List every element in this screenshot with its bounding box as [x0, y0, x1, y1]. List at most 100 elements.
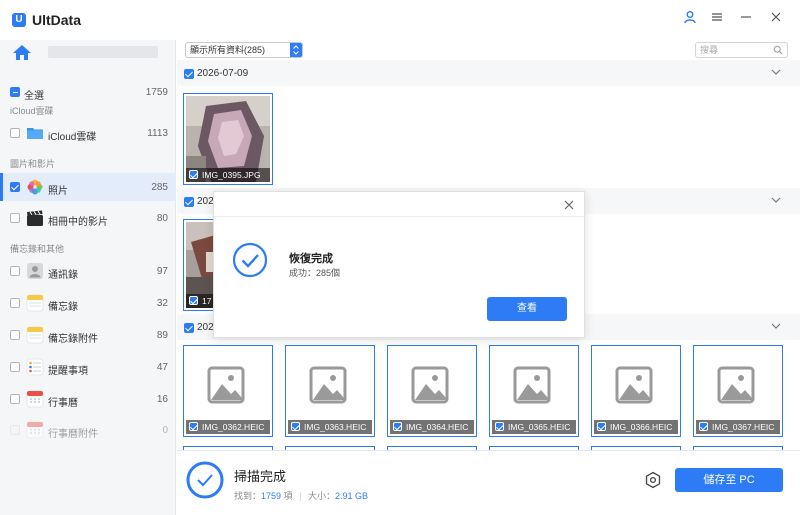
- photo-caption: IMG_0366.HEIC: [594, 420, 678, 434]
- photo-filename: IMG_0362.HEIC: [202, 422, 265, 432]
- icloud-drive-checkbox[interactable]: [10, 128, 20, 138]
- photo-filename: IMG_0366.HEIC: [610, 422, 673, 432]
- sidebar-item-label: 備忘錄: [48, 302, 78, 313]
- photo-checkbox[interactable]: [393, 422, 402, 431]
- chevron-down-icon[interactable]: [770, 194, 782, 206]
- sidebar-item-notes-attachments[interactable]: 備忘錄附件 89: [0, 321, 176, 349]
- photo-filename: IMG_0395.JPG: [202, 170, 261, 180]
- view-button[interactable]: 查看: [487, 297, 567, 321]
- sidebar-item-icloud-drive[interactable]: iCloud雲碟 1113: [0, 119, 176, 147]
- photo-filename: IMG_0363.HEIC: [304, 422, 367, 432]
- search-placeholder: 搜尋: [700, 45, 719, 55]
- photos-checkbox[interactable]: [10, 182, 20, 192]
- photo-checkbox[interactable]: [597, 422, 606, 431]
- photo-thumbnail[interactable]: IMG_0364.HEIC: [387, 345, 477, 437]
- user-icon[interactable]: [681, 10, 699, 28]
- calendar-icon: [26, 390, 44, 408]
- found-label: 找到：: [234, 491, 262, 501]
- dialog-divider: [214, 216, 584, 217]
- sidebar-item-contacts[interactable]: 通訊錄 97: [0, 257, 176, 285]
- sidebar-item-label: 行事曆附件: [48, 429, 98, 440]
- photo-checkbox[interactable]: [189, 170, 198, 179]
- notes-attachments-checkbox[interactable]: [10, 330, 20, 340]
- content-toolbar: 顯示所有資料(285) 搜尋: [177, 40, 800, 60]
- calendar-attachments-checkbox: [10, 425, 20, 435]
- photo-caption: IMG_0367.HEIC: [696, 420, 780, 434]
- photo-thumbnail[interactable]: IMG_0363.HEIC: [285, 345, 375, 437]
- scan-complete-icon: [185, 460, 225, 500]
- album-videos-checkbox[interactable]: [10, 213, 20, 223]
- calendar-attachment-icon: [26, 421, 44, 439]
- photo-checkbox[interactable]: [291, 422, 300, 431]
- stats-divider: |: [299, 491, 302, 501]
- reminders-checkbox[interactable]: [10, 362, 20, 372]
- sidebar-item-label: 照片: [48, 186, 68, 197]
- title-bar: U UltData: [0, 0, 800, 40]
- scan-stats: 找到：1759 項 | 大小：2.91 GB: [234, 489, 368, 502]
- app-logo-icon: U: [12, 13, 26, 27]
- select-all-count: 1759: [145, 87, 168, 98]
- recovery-complete-dialog: 恢復完成 成功：285個 查看: [213, 191, 585, 338]
- sidebar-item-label: 行事曆: [48, 398, 78, 409]
- sidebar-select-all[interactable]: 全選 1759: [0, 78, 176, 106]
- image-placeholder-icon: [513, 366, 551, 404]
- photo-checkbox[interactable]: [189, 296, 198, 305]
- photo-thumbnail[interactable]: IMG_0362.HEIC: [183, 345, 273, 437]
- filter-dropdown[interactable]: 顯示所有資料(285): [185, 42, 303, 58]
- close-icon[interactable]: [767, 10, 785, 28]
- sidebar-item-count: 97: [156, 266, 168, 277]
- sidebar-item-count: 80: [156, 213, 168, 224]
- photo-thumbnail[interactable]: IMG_0367.HEIC: [693, 345, 783, 437]
- contacts-checkbox[interactable]: [10, 266, 20, 276]
- date-group-checkbox[interactable]: [184, 69, 194, 79]
- gear-icon[interactable]: [644, 471, 662, 489]
- video-icon: [26, 209, 44, 227]
- sidebar-item-label: 備忘錄附件: [48, 334, 98, 345]
- sidebar-item-reminders[interactable]: 提醒事項 47: [0, 353, 176, 381]
- date-group-header: 2026-07-09: [177, 60, 800, 86]
- sidebar-item-label: iCloud雲碟: [48, 132, 97, 143]
- photo-caption: IMG_0363.HEIC: [288, 420, 372, 434]
- photo-filename: IMG_0367.HEIC: [712, 422, 775, 432]
- photo-caption: IMG_0364.HEIC: [390, 420, 474, 434]
- select-all-label: 全選: [24, 91, 44, 102]
- image-placeholder-icon: [411, 366, 449, 404]
- home-icon[interactable]: [10, 42, 36, 64]
- photo-thumbnail[interactable]: IMG_0365.HEIC: [489, 345, 579, 437]
- sidebar-item-photos[interactable]: 照片 285: [0, 173, 176, 201]
- photo-thumbnail[interactable]: IMG_0395.JPG: [183, 93, 273, 185]
- dialog-title: 恢復完成: [289, 253, 333, 265]
- photo-filename: IMG_0365.HEIC: [508, 422, 571, 432]
- sidebar-item-album-videos[interactable]: 相冊中的影片 80: [0, 204, 176, 232]
- sidebar-item-label: 通訊錄: [48, 270, 78, 281]
- found-count: 1759: [261, 491, 282, 501]
- menu-icon[interactable]: [708, 10, 726, 28]
- reminders-icon: [26, 358, 44, 376]
- size-label: 大小：: [307, 491, 335, 501]
- scan-status-title: 掃描完成: [234, 469, 287, 484]
- sidebar-item-calendar-attachments: 行事曆附件 0: [0, 416, 176, 444]
- photo-checkbox[interactable]: [495, 422, 504, 431]
- chevron-down-icon[interactable]: [770, 320, 782, 332]
- folder-icon: [26, 124, 44, 142]
- photo-thumbnail[interactable]: IMG_0366.HEIC: [591, 345, 681, 437]
- sidebar-item-calendar[interactable]: 行事曆 16: [0, 385, 176, 413]
- photo-checkbox[interactable]: [699, 422, 708, 431]
- sidebar-item-count: 285: [151, 182, 168, 193]
- chevron-down-icon[interactable]: [770, 66, 782, 78]
- sidebar-item-count: 89: [156, 330, 168, 341]
- photos-icon: [26, 178, 44, 196]
- contacts-icon: [26, 262, 44, 280]
- photo-checkbox[interactable]: [189, 422, 198, 431]
- close-icon[interactable]: [562, 198, 576, 212]
- minimize-icon[interactable]: [737, 10, 755, 28]
- sidebar-item-notes[interactable]: 備忘錄 32: [0, 289, 176, 317]
- select-all-checkbox[interactable]: [10, 87, 20, 97]
- notes-checkbox[interactable]: [10, 298, 20, 308]
- date-group-checkbox[interactable]: [184, 197, 194, 207]
- calendar-checkbox[interactable]: [10, 394, 20, 404]
- date-group-checkbox[interactable]: [184, 323, 194, 333]
- search-input[interactable]: 搜尋: [695, 42, 788, 58]
- app-title: UltData: [32, 12, 82, 28]
- save-to-pc-button[interactable]: 儲存至 PC: [675, 468, 783, 492]
